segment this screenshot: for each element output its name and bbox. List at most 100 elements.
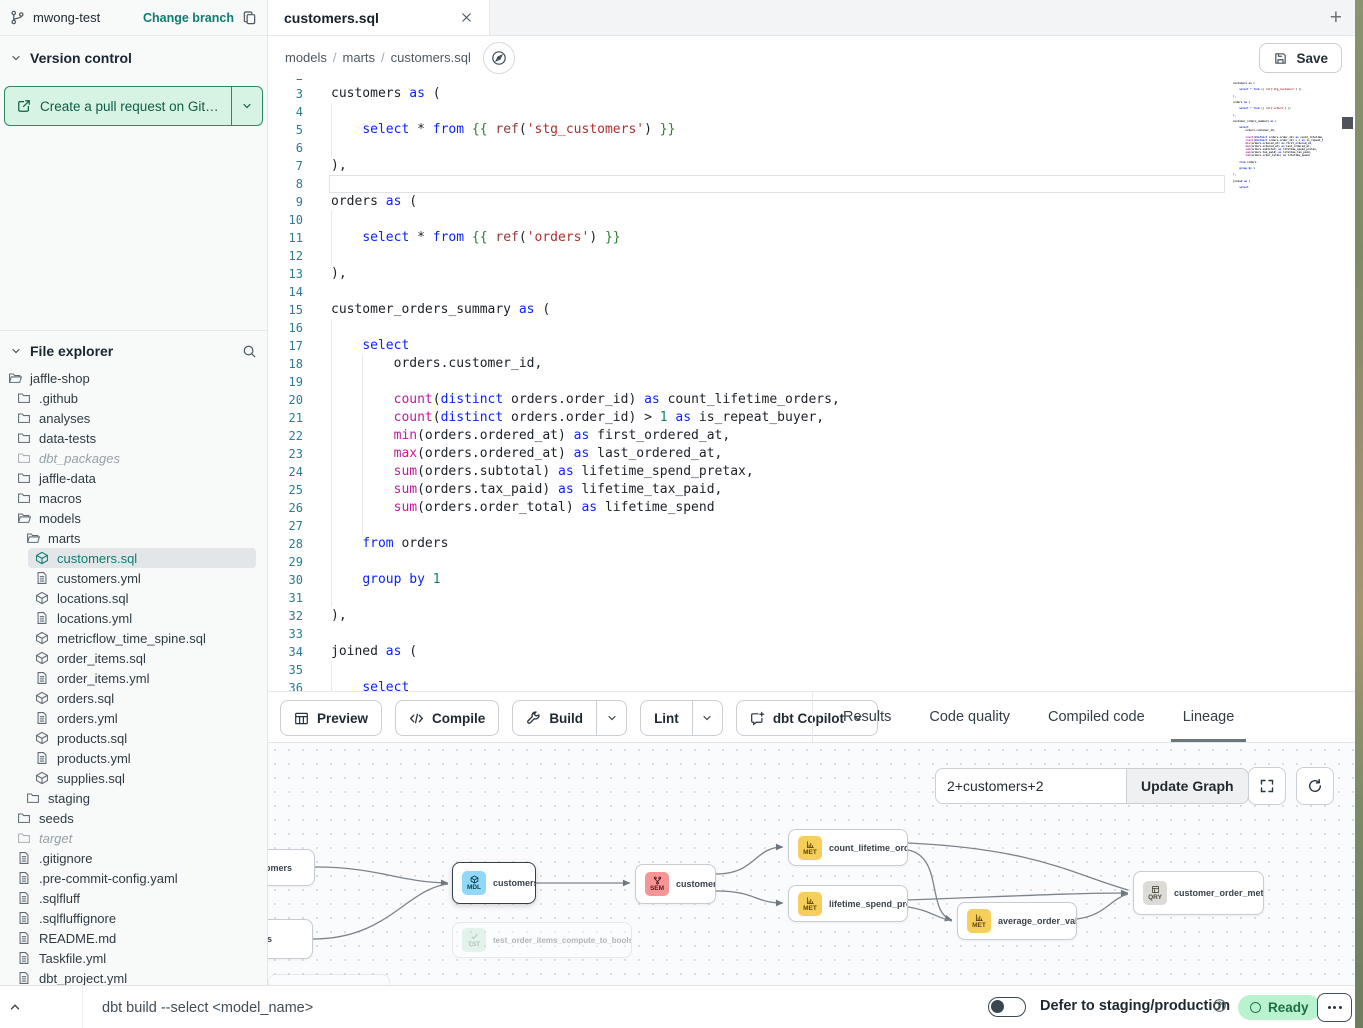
code-line-31[interactable]: 31 [268, 589, 1355, 607]
file-row-.sqlfluffignore[interactable]: .sqlfluffignore [0, 908, 266, 928]
file-row-macros[interactable]: macros [0, 488, 266, 508]
breadcrumb-marts[interactable]: marts [343, 50, 376, 65]
code-line-12[interactable]: 12 [268, 247, 1355, 265]
code-line-6[interactable]: 6 [268, 139, 1355, 157]
new-tab-button[interactable]: + [1330, 0, 1342, 35]
file-row-orders.yml[interactable]: orders.yml [0, 708, 266, 728]
file-row-jaffle-data[interactable]: jaffle-data [0, 468, 266, 488]
file-row-target[interactable]: target [0, 828, 266, 848]
file-row-data-tests[interactable]: data-tests [0, 428, 266, 448]
lineage-node-lifetime-spend-pretax[interactable]: METlifetime_spend_pretax [788, 885, 908, 922]
file-row-locations.sql[interactable]: locations.sql [0, 588, 266, 608]
file-row-metricflow_time_spine.sql[interactable]: metricflow_time_spine.sql [0, 628, 266, 648]
file-row-customers.sql[interactable]: customers.sql [0, 548, 266, 568]
lint-button[interactable]: Lint [640, 700, 723, 736]
search-icon[interactable] [242, 344, 257, 359]
lineage-node-count-lifetime-orders[interactable]: METcount_lifetime_orders [788, 829, 908, 866]
file-row-products.sql[interactable]: products.sql [0, 728, 266, 748]
chevron-up-icon[interactable] [8, 1000, 22, 1019]
file-row-supplies.sql[interactable]: supplies.sql [0, 768, 266, 788]
code-line-9[interactable]: 9orders as ( [268, 193, 1355, 211]
breadcrumb-models[interactable]: models [285, 50, 327, 65]
file-row-seeds[interactable]: seeds [0, 808, 266, 828]
code-line-18[interactable]: 18 orders.customer_id, [268, 355, 1355, 373]
lineage-node-customer-order-metrics[interactable]: QRYcustomer_order_metrics [1133, 871, 1264, 915]
code-line-13[interactable]: 13), [268, 265, 1355, 283]
lineage-node-customers-model[interactable]: MDLcustomers [452, 862, 536, 904]
file-row-analyses[interactable]: analyses [0, 408, 266, 428]
tab-compiled-code[interactable]: Compiled code [1036, 692, 1157, 742]
code-line-4[interactable]: 4 [268, 103, 1355, 121]
code-line-16[interactable]: 16 [268, 319, 1355, 337]
editor-scrollbar[interactable] [1340, 79, 1355, 691]
code-line-25[interactable]: 25 sum(orders.tax_paid) as lifetime_tax_… [268, 481, 1355, 499]
code-line-23[interactable]: 23 max(orders.ordered_at) as last_ordere… [268, 445, 1355, 463]
code-line-3[interactable]: 3customers as ( [268, 85, 1355, 103]
code-line-28[interactable]: 28 from orders [268, 535, 1355, 553]
code-line-29[interactable]: 29 [268, 553, 1355, 571]
minimap[interactable]: customers as ( select * from {{ ref('stg… [1233, 79, 1323, 691]
code-line-5[interactable]: 5 select * from {{ ref('stg_customers') … [268, 121, 1355, 139]
fullscreen-button[interactable] [1248, 767, 1286, 805]
dbt-command-input[interactable] [100, 992, 664, 1024]
lineage-node-orders[interactable]: orders [268, 919, 313, 959]
tab-customers-sql[interactable]: customers.sql [268, 0, 490, 35]
code-line-22[interactable]: 22 min(orders.ordered_at) as first_order… [268, 427, 1355, 445]
code-line-20[interactable]: 20 count(distinct orders.order_id) as co… [268, 391, 1355, 409]
code-line-35[interactable]: 35 [268, 661, 1355, 679]
code-line-19[interactable]: 19 [268, 373, 1355, 391]
code-line-27[interactable]: 27 [268, 517, 1355, 535]
tab-results[interactable]: Results [831, 692, 903, 742]
file-row-.sqlfluff[interactable]: .sqlfluff [0, 888, 266, 908]
more-options-button[interactable] [1317, 993, 1352, 1022]
file-row-.pre-commit-config.yaml[interactable]: .pre-commit-config.yaml [0, 868, 266, 888]
defer-toggle[interactable] [988, 997, 1026, 1017]
file-row-order_items.yml[interactable]: order_items.yml [0, 668, 266, 688]
file-row-jaffle-shop[interactable]: jaffle-shop [0, 368, 266, 388]
change-branch-link[interactable]: Change branch [143, 11, 234, 25]
code-line-30[interactable]: 30 group by 1 [268, 571, 1355, 589]
file-row-.github[interactable]: .github [0, 388, 266, 408]
save-button[interactable]: Save [1259, 43, 1342, 73]
code-line-15[interactable]: 15customer_orders_summary as ( [268, 301, 1355, 319]
tab-code-quality[interactable]: Code quality [917, 692, 1022, 742]
code-line-24[interactable]: 24 sum(orders.subtotal) as lifetime_spen… [268, 463, 1355, 481]
update-graph-button[interactable]: Update Graph [1126, 768, 1249, 804]
file-row-locations.yml[interactable]: locations.yml [0, 608, 266, 628]
code-line-14[interactable]: 14 [268, 283, 1355, 301]
build-button[interactable]: Build [512, 700, 627, 736]
file-row-models[interactable]: models [0, 508, 266, 528]
lineage-node-test-order-items[interactable]: TSTtest_order_items_compute_to_bools… [452, 922, 632, 958]
tab-lineage[interactable]: Lineage [1171, 692, 1247, 742]
file-row-dbt_packages[interactable]: dbt_packages [0, 448, 266, 468]
code-line-10[interactable]: 10 [268, 211, 1355, 229]
code-line-17[interactable]: 17 select [268, 337, 1355, 355]
file-row-README.md[interactable]: README.md [0, 928, 266, 948]
file-row-order_items.sql[interactable]: order_items.sql [0, 648, 266, 668]
code-line-11[interactable]: 11 select * from {{ ref('orders') }} [268, 229, 1355, 247]
close-tab-icon[interactable] [460, 11, 473, 24]
lineage-node-average-order-value[interactable]: METaverage_order_value [957, 902, 1077, 940]
status-ready-badge[interactable]: Ready [1238, 995, 1321, 1020]
code-line-32[interactable]: 32), [268, 607, 1355, 625]
code-line-21[interactable]: 21 count(distinct orders.order_id) > 1 a… [268, 409, 1355, 427]
code-line-26[interactable]: 26 sum(orders.order_total) as lifetime_s… [268, 499, 1355, 517]
file-row-marts[interactable]: marts [0, 528, 266, 548]
code-editor[interactable]: 23customers as (45 select * from {{ ref(… [268, 79, 1355, 692]
code-line-34[interactable]: 34joined as ( [268, 643, 1355, 661]
scrollbar-thumb[interactable] [1342, 117, 1353, 129]
create-pull-request-button[interactable]: Create a pull request on Git… [4, 86, 263, 126]
preview-button[interactable]: Preview [280, 700, 382, 736]
code-line-8[interactable]: 8 [268, 175, 1355, 193]
compile-button[interactable]: Compile [395, 700, 499, 736]
help-icon[interactable] [1212, 998, 1227, 1018]
file-row-staging[interactable]: staging [0, 788, 266, 808]
file-row-customers.yml[interactable]: customers.yml [0, 568, 266, 588]
file-row-Taskfile.yml[interactable]: Taskfile.yml [0, 948, 266, 968]
code-line-36[interactable]: 36 select [268, 679, 1355, 692]
file-row-dbt_project.yml[interactable]: dbt_project.yml [0, 968, 266, 985]
chevron-down-icon[interactable] [10, 345, 22, 357]
refresh-button[interactable] [1296, 767, 1334, 805]
file-row-products.yml[interactable]: products.yml [0, 748, 266, 768]
code-line-7[interactable]: 7), [268, 157, 1355, 175]
